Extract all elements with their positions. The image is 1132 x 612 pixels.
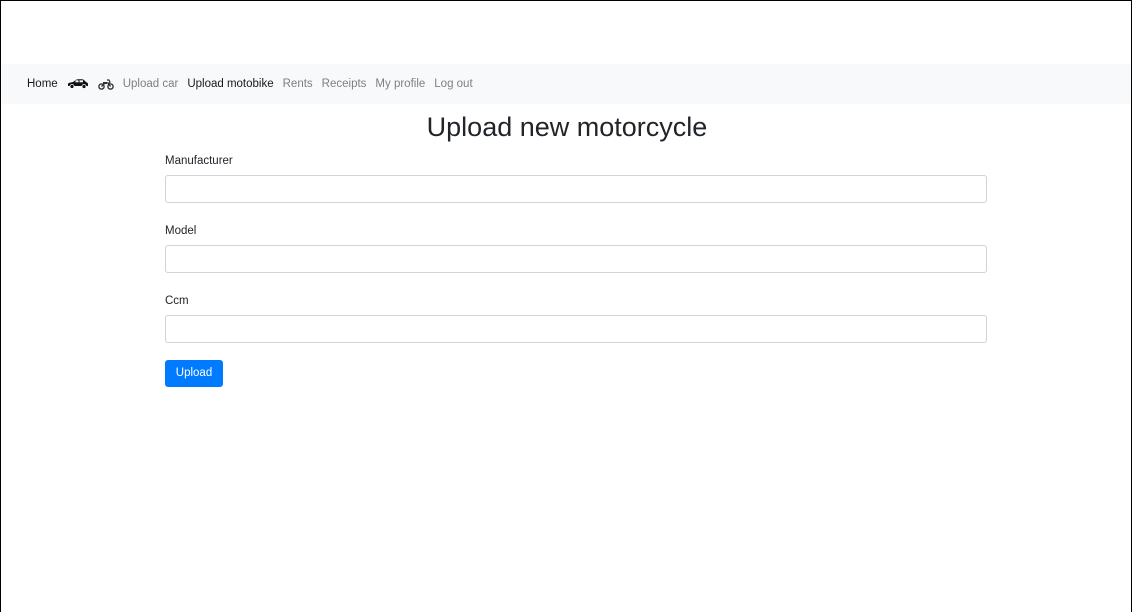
nav-rents-link[interactable]: Rents	[283, 78, 313, 90]
car-icon[interactable]	[67, 79, 89, 89]
ccm-input[interactable]	[165, 315, 987, 343]
nav-receipts-link[interactable]: Receipts	[322, 78, 367, 90]
upload-button[interactable]: Upload	[165, 359, 223, 387]
nav-log-out-link[interactable]: Log out	[434, 78, 472, 90]
model-label: Model	[165, 225, 197, 237]
nav-home-link[interactable]: Home	[27, 78, 58, 90]
ccm-label: Ccm	[165, 295, 189, 307]
navbar: Home Upload car Upload motobike Rents Re…	[2, 64, 1131, 104]
model-group: Model	[165, 223, 987, 273]
page-title: Upload new motorcycle	[426, 112, 708, 142]
manufacturer-group: Manufacturer	[165, 153, 987, 203]
ccm-group: Ccm	[165, 293, 987, 343]
motorbike-icon[interactable]	[97, 78, 114, 90]
manufacturer-input[interactable]	[165, 175, 987, 203]
browser-frame: Home Upload car Upload motobike Rents Re…	[0, 0, 1132, 612]
nav-upload-car-link[interactable]: Upload car	[123, 78, 179, 90]
nav-my-profile-link[interactable]: My profile	[375, 78, 425, 90]
manufacturer-label: Manufacturer	[165, 155, 233, 167]
model-input[interactable]	[165, 245, 987, 273]
nav-upload-motobike-link[interactable]: Upload motobike	[187, 78, 273, 90]
upload-motorcycle-form: Manufacturer Model Ccm Upload	[165, 153, 987, 387]
